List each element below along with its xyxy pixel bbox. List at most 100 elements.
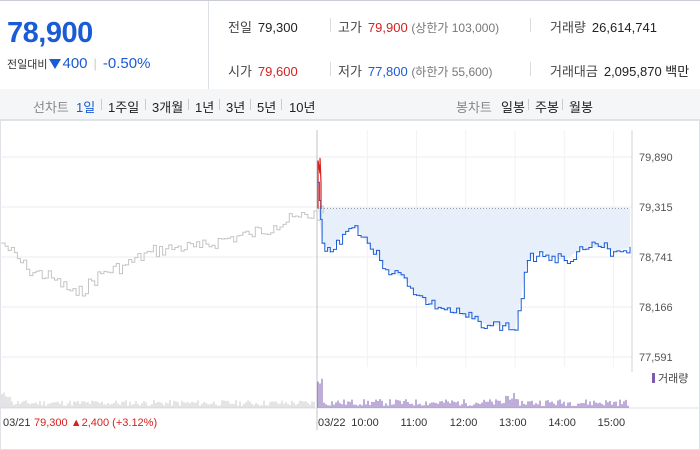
x-tick-label: 12:00 [450, 417, 478, 429]
data-point-03-22 [378, 259, 381, 262]
open-price: 시가 79,600 [228, 61, 298, 80]
divider [330, 62, 331, 76]
high-label: 고가 [338, 20, 362, 35]
prev-day-change-note: 79,300 ▲2,400 (+3.12%) [34, 417, 157, 429]
data-point-03-21 [273, 225, 275, 227]
x-tick-label: 15:00 [598, 417, 626, 429]
low-price: 저가 77,800 (하한가 55,600) [338, 61, 492, 80]
chart-toolbar: 선차트 1일 1주일 3개월 1년 3년 5년 10년 봉차트 일봉 주봉 월봉 [0, 89, 700, 120]
data-point-03-22 [403, 277, 405, 279]
data-point-03-21 [50, 277, 53, 279]
chart-frame [0, 120, 700, 450]
quote-panel: 78,900 전일대비 400 | -0.50% 전일 79,300 고가 79,900 … [0, 0, 700, 90]
change-row: 전일대비 400 | -0.50% [7, 55, 150, 72]
data-point-03-22 [391, 272, 393, 275]
low-value: 77,800 [367, 64, 408, 79]
data-point-03-22 [600, 246, 602, 249]
data-point-03-21 [75, 294, 77, 296]
data-point-03-22 [539, 251, 541, 253]
change-amount: 400 [62, 55, 88, 72]
y-tick-label: 77,591 [639, 352, 673, 364]
x-tick-label: 10:00 [351, 417, 379, 429]
open-label: 시가 [228, 64, 252, 79]
volume-legend-swatch [652, 373, 655, 383]
data-point-03-22 [526, 259, 528, 262]
x-tick-label: 03/21 [3, 417, 31, 429]
below-prev-close-fill [318, 208, 630, 331]
data-point-03-22 [563, 259, 565, 262]
line-chart-label: 선차트 [33, 100, 69, 115]
data-point-03-22 [629, 246, 631, 249]
x-tick-label: 13:00 [499, 417, 527, 429]
period-3y[interactable]: 3년 [226, 97, 245, 116]
divider [530, 18, 531, 32]
data-point-03-22 [329, 251, 331, 253]
candle-weekly[interactable]: 주봉 [535, 97, 559, 116]
data-point-03-22 [489, 325, 492, 327]
data-point-03-22 [342, 233, 344, 236]
data-point-03-21 [199, 246, 201, 249]
data-point-03-22 [576, 251, 578, 253]
divider [562, 99, 563, 110]
upper-limit: (상한가 103,000) [411, 21, 500, 35]
y-tick-label: 78,166 [639, 302, 673, 314]
price-summary: 78,900 전일대비 400 | -0.50% [0, 1, 209, 89]
data-point-03-22 [465, 316, 467, 318]
candle-monthly[interactable]: 월봉 [569, 97, 593, 116]
trade-value-value: 2,095,870 백만 [603, 64, 690, 79]
divider [330, 18, 331, 32]
divider [250, 99, 251, 110]
candle-chart-label: 봉차트 [456, 100, 492, 115]
trade-value: 거래대금 2,095,870 백만 [550, 61, 689, 80]
data-point-03-21 [124, 264, 127, 266]
prev-close: 전일 79,300 [228, 17, 298, 36]
candle-daily[interactable]: 일봉 [501, 97, 525, 116]
data-point-03-21 [223, 238, 225, 240]
high-price: 고가 79,900 (상한가 103,000) [338, 17, 499, 36]
prev-close-label: 전일 [228, 20, 252, 35]
divider [219, 99, 220, 110]
data-point-03-22 [612, 251, 615, 253]
high-value: 79,900 [367, 20, 408, 35]
data-point-03-21 [297, 216, 300, 218]
data-point-03-22 [317, 181, 319, 183]
y-tick-label: 78,741 [639, 252, 673, 264]
down-arrow-icon [49, 59, 62, 69]
up-triangle-icon: ▲ [71, 417, 82, 429]
lower-limit: (하한가 55,600) [411, 65, 493, 79]
prev-day-close: 79,300 [34, 417, 71, 429]
volume-value: 26,614,741 [591, 20, 657, 35]
data-point-03-22 [514, 329, 516, 331]
data-point-03-22 [321, 242, 323, 244]
data-point-03-22 [588, 246, 590, 249]
divider [101, 99, 102, 110]
data-point-03-22 [452, 312, 455, 314]
volume-label: 거래량 [550, 20, 586, 35]
divider [188, 99, 189, 110]
period-5y[interactable]: 5년 [257, 97, 276, 116]
x-tick-label: 03/22 [318, 417, 346, 429]
period-1y[interactable]: 1년 [195, 97, 214, 116]
x-tick-label: 14:00 [548, 417, 576, 429]
data-point-03-21 [174, 246, 176, 249]
data-point-03-21 [100, 272, 102, 275]
x-tick-label: 11:00 [401, 417, 428, 429]
data-point-03-22 [477, 320, 479, 323]
period-3m[interactable]: 3개월 [152, 97, 183, 116]
change-rate: -0.50% [102, 55, 151, 72]
period-10y[interactable]: 10년 [289, 97, 315, 116]
divider [281, 99, 282, 110]
period-1w[interactable]: 1주일 [108, 97, 139, 116]
data-point-03-21 [248, 233, 250, 236]
divider [530, 62, 531, 76]
volume: 거래량 26,614,741 [550, 17, 657, 36]
period-1d[interactable]: 1일 [76, 97, 95, 116]
prev-close-value: 79,300 [257, 20, 298, 35]
divider [528, 99, 529, 110]
open-value: 79,600 [257, 64, 298, 79]
data-point-03-22 [366, 242, 368, 244]
low-label: 저가 [338, 64, 362, 79]
data-point-03-21 [26, 268, 28, 270]
divider: | [93, 56, 97, 71]
change-label: 전일대비 [7, 59, 48, 71]
